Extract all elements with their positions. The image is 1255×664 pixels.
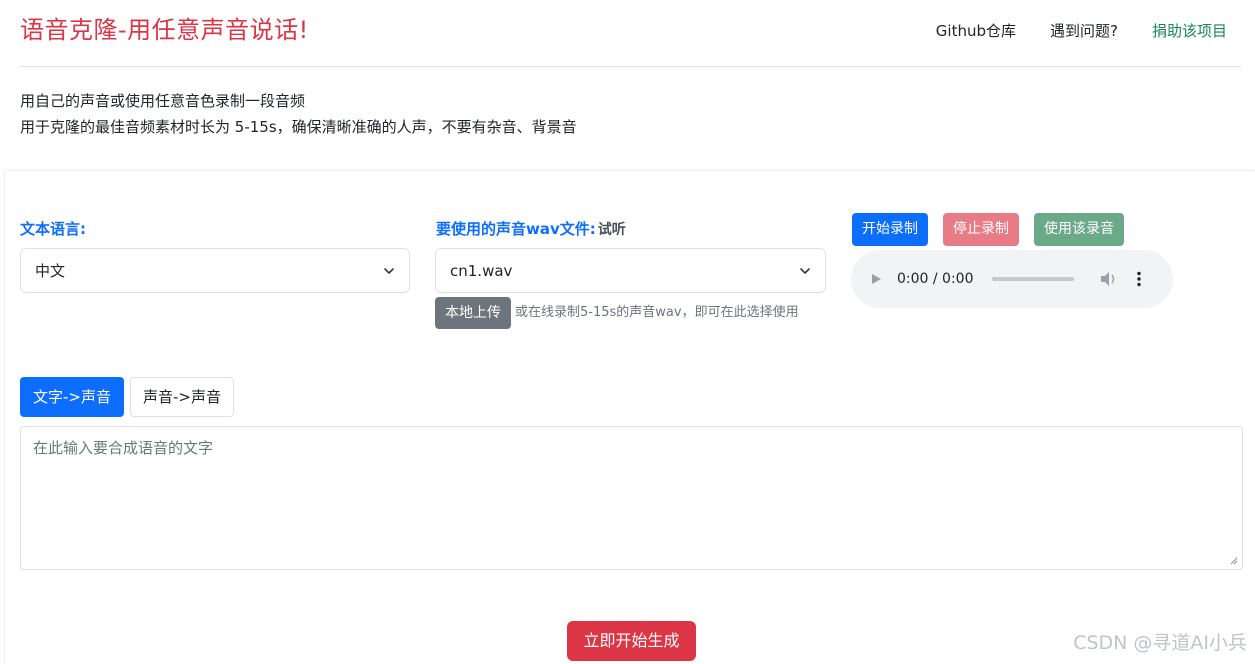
- voice-selected-value: cn1.wav: [450, 261, 513, 280]
- upload-hint: 或在线录制5-15s的声音wav，即可在此选择使用: [515, 305, 799, 320]
- language-select[interactable]: 中文: [20, 248, 410, 293]
- language-selected-value: 中文: [35, 262, 66, 280]
- recorder-buttons: 开始录制 停止录制 使用该录音: [852, 213, 1124, 246]
- stop-recording-button[interactable]: 停止录制: [943, 213, 1019, 246]
- tab-voice-to-voice[interactable]: 声音->声音: [129, 377, 234, 417]
- tab-text-to-speech[interactable]: 文字->声音: [20, 377, 124, 417]
- text-input[interactable]: 在此输入要合成语音的文字: [20, 426, 1243, 570]
- upload-row: 本地上传 或在线录制5-15s的声音wav，即可在此选择使用: [435, 297, 830, 329]
- audio-progress-bar[interactable]: [991, 277, 1074, 281]
- text-input-placeholder: 在此输入要合成语音的文字: [33, 439, 214, 457]
- voice-label-wrap: 要使用的声音wav文件: 试听: [436, 218, 626, 239]
- play-icon[interactable]: [869, 272, 883, 286]
- top-nav: Github仓库 遇到问题? 捐助该项目: [902, 20, 1227, 41]
- volume-icon[interactable]: [1100, 271, 1118, 287]
- more-options-icon[interactable]: [1136, 271, 1142, 287]
- local-upload-button[interactable]: 本地上传: [435, 297, 511, 329]
- mode-tabs: 文字->声音 声音->声音: [20, 377, 240, 417]
- intro-line-1: 用自己的声音或使用任意音色录制一段音频: [20, 92, 306, 110]
- start-recording-button[interactable]: 开始录制: [852, 213, 928, 246]
- nav-donate-link[interactable]: 捐助该项目: [1152, 20, 1227, 41]
- chevron-down-icon: [384, 267, 394, 274]
- voice-file-select[interactable]: cn1.wav: [435, 248, 826, 293]
- nav-issues-link[interactable]: 遇到问题?: [1050, 20, 1118, 41]
- intro-text: 用自己的声音或使用任意音色录制一段音频 用于克隆的最佳音频素材时长为 5-15s…: [20, 88, 577, 140]
- preview-link[interactable]: 试听: [598, 222, 626, 238]
- watermark: CSDN @寻道AI小兵: [1073, 632, 1247, 654]
- voice-file-label: 要使用的声音wav文件:: [436, 220, 596, 238]
- site-title: 语音克隆-用任意声音说话!: [20, 16, 309, 44]
- resize-grip-icon[interactable]: [1230, 557, 1238, 565]
- nav-github-link[interactable]: Github仓库: [936, 20, 1016, 41]
- language-label: 文本语言:: [20, 220, 86, 238]
- page: 语音克隆-用任意声音说话! Github仓库 遇到问题? 捐助该项目 用自己的声…: [0, 0, 1255, 664]
- audio-player: 0:00 / 0:00: [851, 250, 1173, 308]
- generate-button[interactable]: 立即开始生成: [567, 621, 696, 661]
- intro-line-2: 用于克隆的最佳音频素材时长为 5-15s，确保清晰准确的人声，不要有杂音、背景音: [20, 118, 577, 136]
- use-recording-button[interactable]: 使用该录音: [1034, 213, 1124, 246]
- audio-time: 0:00 / 0:00: [897, 271, 974, 287]
- header: 语音克隆-用任意声音说话! Github仓库 遇到问题? 捐助该项目: [20, 0, 1241, 67]
- language-label-wrap: 文本语言:: [20, 218, 86, 239]
- chevron-down-icon: [800, 267, 810, 274]
